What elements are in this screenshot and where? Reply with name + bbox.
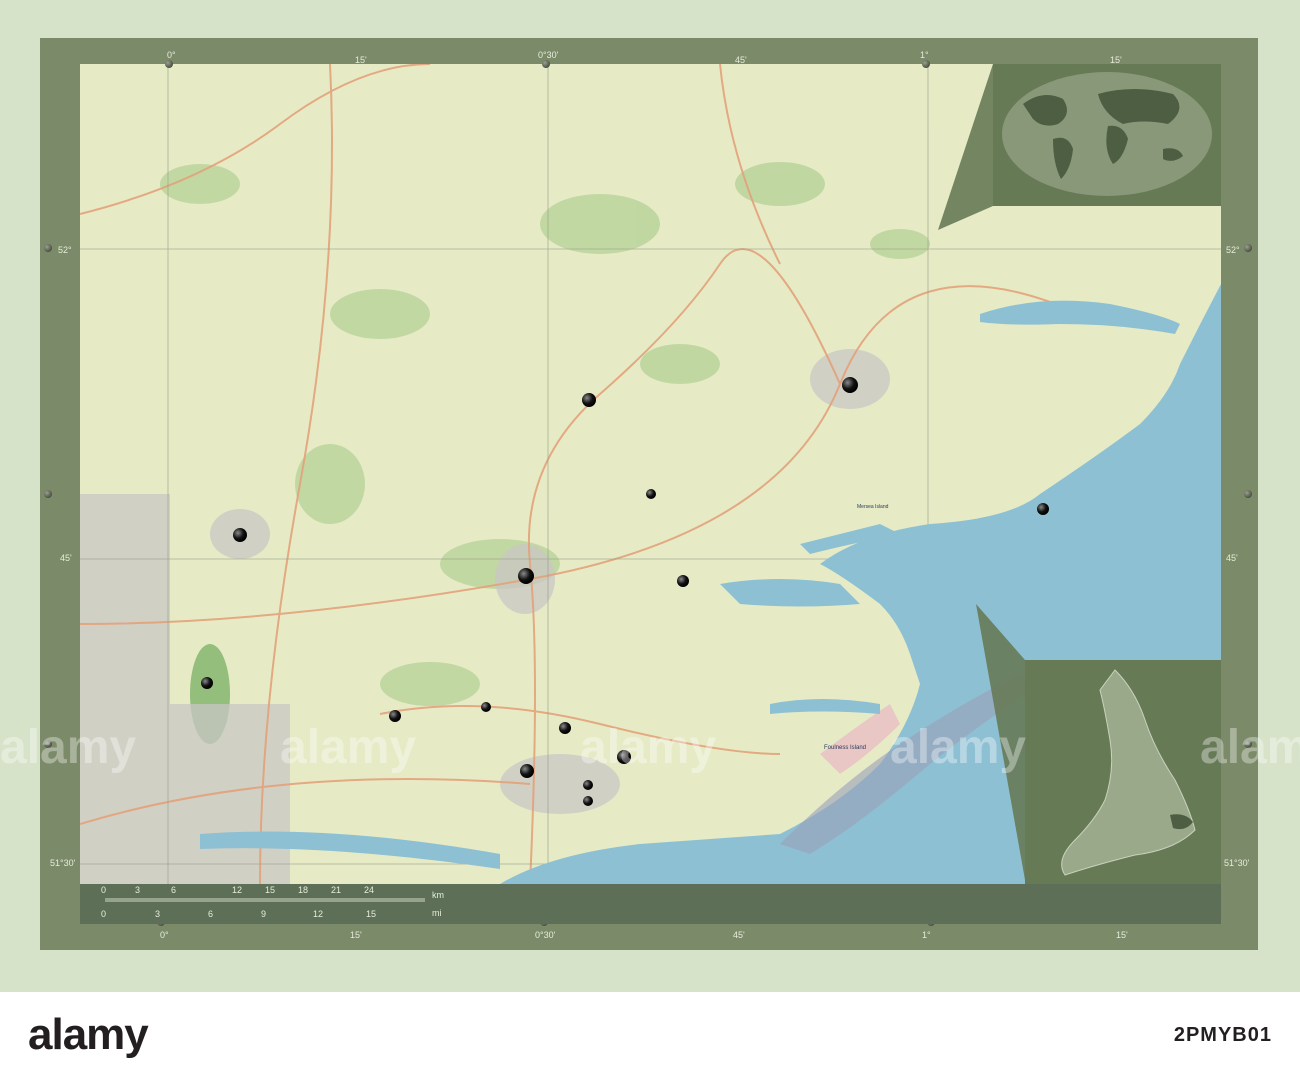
lat-label-right: 52° [1226,245,1240,255]
scale-km-tick: 6 [171,885,177,895]
lon-label-top: 0°30' [538,50,559,60]
watermark: alamy [580,721,717,774]
scale-km-tick: 18 [298,885,309,895]
grid-dot [1244,490,1252,498]
lat-label-right: 45' [1226,553,1238,563]
scale-km-tick: 12 [232,885,243,895]
alamy-logo: alamy [28,1010,149,1059]
scale-mi-tick: 12 [313,909,324,919]
scale-mi-tick: 15 [366,909,377,919]
footer-bar [0,992,1300,1084]
lon-label-top: 45' [735,55,747,65]
scale-mi-tick: 6 [208,909,214,919]
scale-km-tick: 21 [331,885,342,895]
lon-label-top: 15' [355,55,367,65]
scale-km-tick: 24 [364,885,375,895]
grid-dot [165,60,173,68]
lat-label-left: 52° [58,245,72,255]
watermark: alamy [280,721,417,774]
lat-label-right: 51°30' [1224,858,1250,868]
scale-mi-tick: 9 [261,909,267,919]
watermark: alamy [890,721,1027,774]
lat-label-left: 45' [60,553,72,563]
scale-km-unit: km [432,890,444,900]
watermark: alamy [1200,721,1300,774]
lon-label-bottom: 15' [350,930,362,940]
lon-label-bottom: 1° [922,930,931,940]
lon-label-top: 15' [1110,55,1122,65]
lon-label-bottom: 45' [733,930,745,940]
watermark: alamy [0,721,137,774]
place-label: Foulness Island [824,745,867,751]
grid-dot [44,244,52,252]
lon-label-top: 1° [920,50,929,60]
grid-dot [44,490,52,498]
grid-dot [922,60,930,68]
scale-mi-unit: mi [432,908,442,918]
lat-label-left: 51°30' [50,858,76,868]
lon-label-bottom: 0°30' [535,930,556,940]
scale-km-tick: 0 [101,885,107,895]
scale-km-tick: 3 [135,885,141,895]
scale-mi-tick: 3 [155,909,161,919]
grid-dot [542,60,550,68]
scale-mi-tick: 0 [101,909,107,919]
lon-label-bottom: 15' [1116,930,1128,940]
scale-km-tick: 15 [265,885,276,895]
grid-dot [1244,244,1252,252]
lon-label-bottom: 0° [160,930,169,940]
lon-label-top: 0° [167,50,176,60]
stock-id: 2PMYB01 [1173,1024,1272,1046]
place-label: Mersea Island [857,504,889,510]
